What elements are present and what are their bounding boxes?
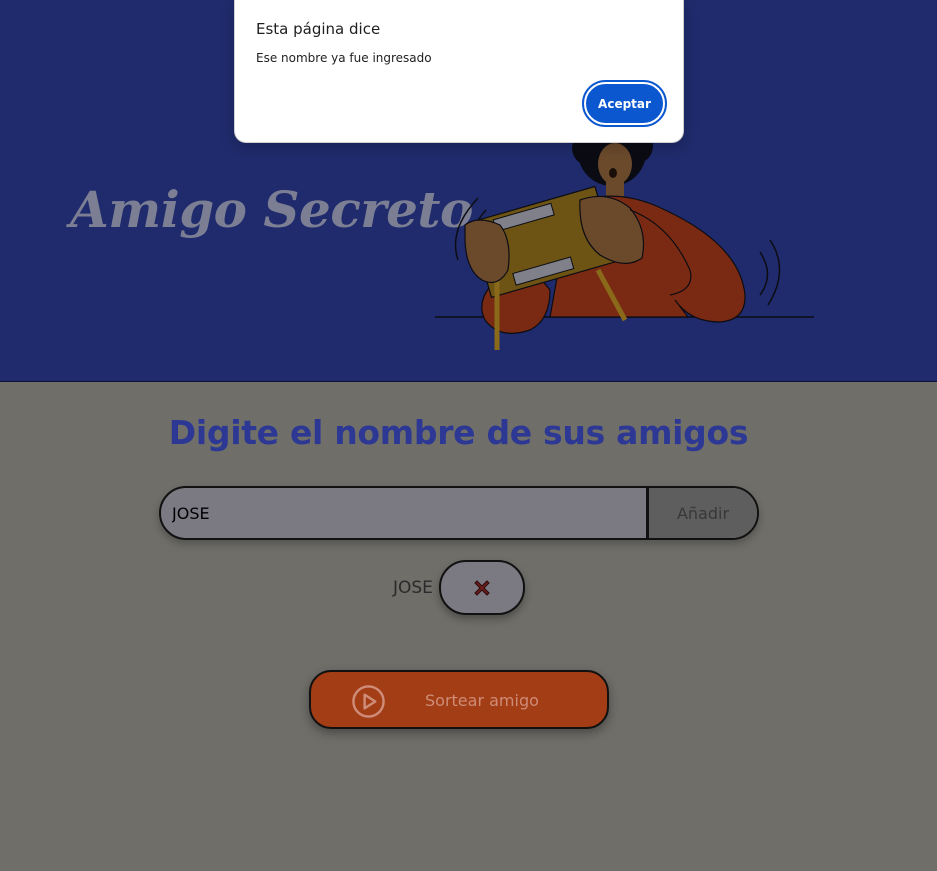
- person-shaking-gift-box-illustration: [435, 130, 814, 350]
- friend-name: JOSE: [393, 578, 433, 598]
- play-circle-icon: [352, 685, 385, 718]
- x-mark-icon: [474, 579, 490, 596]
- draw-friend-button[interactable]: Sortear amigo: [309, 670, 609, 729]
- accept-button[interactable]: Aceptar: [582, 80, 667, 127]
- alert-dialog: Esta página dice Ese nombre ya fue ingre…: [234, 0, 684, 143]
- app-title: Amigo Secreto: [70, 180, 473, 239]
- main-heading: Digite el nombre de sus amigos: [168, 413, 749, 452]
- add-button[interactable]: Añadir: [646, 488, 757, 538]
- alert-message: Ese nombre ya fue ingresado: [256, 51, 432, 65]
- remove-friend-button[interactable]: [439, 560, 525, 615]
- add-friend-form: Añadir: [159, 486, 759, 540]
- draw-button-label: Sortear amigo: [425, 691, 539, 710]
- alert-title: Esta página dice: [256, 20, 381, 38]
- friend-name-input[interactable]: [161, 488, 646, 538]
